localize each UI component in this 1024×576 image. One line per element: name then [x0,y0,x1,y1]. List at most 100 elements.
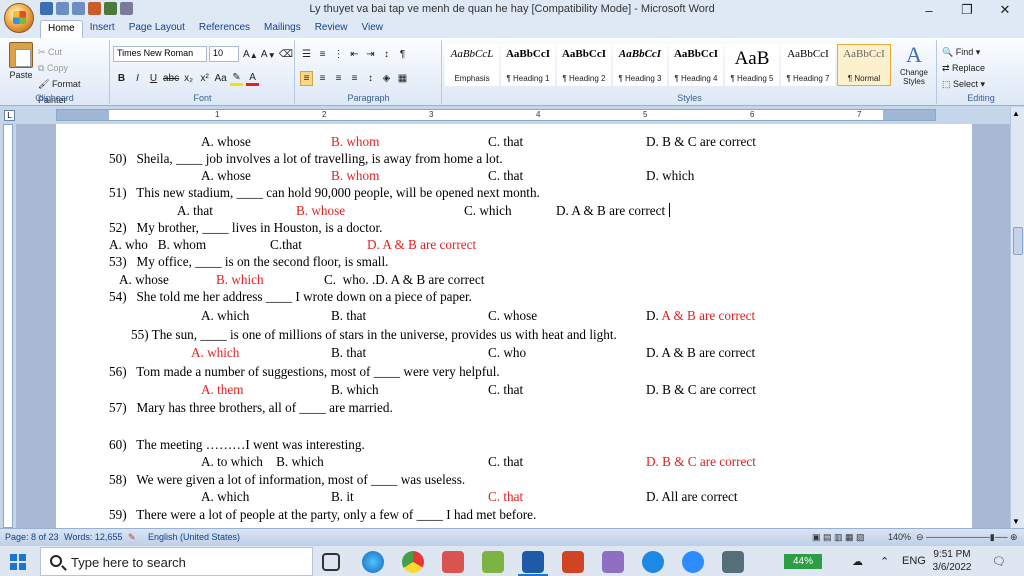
language-indicator[interactable]: English (United States) [148,532,240,542]
app-icon-3[interactable] [602,551,624,573]
scroll-thumb[interactable] [1013,227,1023,255]
vertical-scrollbar[interactable]: ▲ ▼ [1010,107,1024,528]
change-case-icon[interactable]: Aa [214,71,227,86]
justify-icon[interactable]: ≡ [348,71,361,86]
font-size-select[interactable]: 10 [209,46,239,62]
pilcrow-icon[interactable]: ¶ [396,47,409,62]
notification-icon[interactable]: 🗨 [992,555,1006,568]
replace-button[interactable]: ⇄ Replace [942,60,985,76]
font-name-select[interactable]: Times New Roman [113,46,207,62]
scroll-down-icon[interactable]: ▼ [1012,517,1020,526]
task-view-icon[interactable] [322,553,340,571]
subscript-icon[interactable]: x₂ [182,71,195,86]
styles-group: AaBbCcL Emphasis AaBbCcI ¶ Heading 1 AaBbC… [443,40,937,104]
page-count[interactable]: Page: 8 of 23 [5,532,59,542]
change-styles-button[interactable]: A Change Styles [895,42,933,86]
restore-button[interactable]: ❐ [948,0,986,20]
scroll-up-icon[interactable]: ▲ [1012,109,1020,118]
text-segment: A. which [201,308,250,323]
shading-icon[interactable]: ◈ [380,71,393,86]
tab-view[interactable]: View [355,20,391,38]
app-icon-4[interactable] [722,551,744,573]
tab-mailings[interactable]: Mailings [257,20,308,38]
tab-review[interactable]: Review [308,20,355,38]
document-text-run: C. that [488,168,523,184]
text-segment: C. whose [488,308,538,323]
copy-button[interactable]: ⧉ Copy [38,60,109,76]
language-button[interactable]: ENG [902,555,926,567]
cut-button[interactable]: ✂ Cut [38,44,109,60]
bullets-icon[interactable]: ☰ [300,47,313,62]
paste-button[interactable]: Paste [6,42,36,82]
office-button[interactable] [4,3,34,33]
borders-icon[interactable]: ▦ [396,71,409,86]
clock[interactable]: 9:51 PM 3/6/2022 [925,548,979,574]
font-color-icon[interactable]: A [246,71,260,86]
answer-highlight: B. which [216,272,264,287]
style-heading-4[interactable]: AaBbCcI ¶ Heading 4 [669,44,723,86]
numbering-icon[interactable]: ≡ [316,47,329,62]
zoom-level[interactable]: 140% [888,532,911,542]
underline-icon[interactable]: U [147,71,160,86]
select-button[interactable]: ⬚ Select ▾ [942,76,985,92]
text-segment: B. which [331,382,379,397]
tab-home[interactable]: Home [40,20,83,38]
style-normal[interactable]: AaBbCcI ¶ Normal [837,44,891,86]
close-button[interactable]: ✕ [986,0,1024,20]
zalo-icon[interactable] [642,551,664,573]
text-segment: D. B & C are correct [646,382,756,397]
shrink-font-icon[interactable]: A ▼ [261,47,276,62]
network-icon[interactable]: ☁ [852,555,863,568]
strikethrough-icon[interactable]: abc [163,71,179,86]
grow-font-icon[interactable]: A ▲ [243,47,258,62]
horizontal-ruler[interactable]: L 1 2 3 4 5 6 7 [0,107,1024,124]
document-page[interactable]: A. whose B. whom C. that D. B & C are corre… [56,124,972,528]
document-text-run: C. that [488,134,523,150]
highlight-icon[interactable]: ✎ [230,71,244,86]
italic-icon[interactable]: I [131,71,144,86]
align-center-icon[interactable]: ≡ [316,71,329,86]
find-button[interactable]: 🔍 Find ▾ [942,44,985,60]
style-heading-1[interactable]: AaBbCcI ¶ Heading 1 [501,44,555,86]
style-heading-7[interactable]: AaBbCcI ¶ Heading 7 [781,44,835,86]
align-left-icon[interactable]: ≡ [300,71,313,86]
edge-icon[interactable] [362,551,384,573]
sort-icon[interactable]: ↕ [380,47,393,62]
zoom-icon[interactable] [682,551,704,573]
style-emphasis[interactable]: AaBbCcL Emphasis [445,44,499,86]
app-icon-1[interactable] [442,551,464,573]
proofing-icon[interactable]: ✎ [128,532,136,543]
zoom-slider[interactable]: ⊖ ──────────▮── ⊕ [916,532,1018,543]
tab-insert[interactable]: Insert [83,20,122,38]
vertical-ruler [0,124,16,528]
format-painter-button[interactable]: 🖌 Format Painter [38,76,109,108]
style-heading-5[interactable]: AaB ¶ Heading 5 [725,44,779,86]
word-count[interactable]: Words: 12,655 [64,532,122,542]
document-area[interactable]: A. whose B. whom C. that D. B & C are corre… [16,124,1010,528]
tray-chevron-icon[interactable]: ⌃ [880,555,889,568]
word-icon[interactable] [522,551,544,573]
decrease-indent-icon[interactable]: ⇤ [348,47,361,62]
view-buttons[interactable]: ▣ ▤ ▥ ▦ ▧ [812,532,865,543]
battery-indicator[interactable]: 44% [784,554,822,569]
app-icon-2[interactable] [482,551,504,573]
clear-format-icon[interactable]: ⌫ [279,47,293,62]
powerpoint-icon[interactable] [562,551,584,573]
tab-selector-icon[interactable]: L [4,110,15,121]
bold-icon[interactable]: B [115,71,128,86]
taskbar-search[interactable]: Type here to search [40,547,313,576]
style-heading-3[interactable]: AaBbCcI ¶ Heading 3 [613,44,667,86]
multilevel-icon[interactable]: ⋮ [332,47,345,62]
align-right-icon[interactable]: ≡ [332,71,345,86]
minimize-button[interactable]: – [910,0,948,20]
document-text-run: 58) We were given a lot of information, … [109,472,465,488]
tab-references[interactable]: References [192,20,257,38]
line-spacing-icon[interactable]: ↕ [364,71,377,86]
increase-indent-icon[interactable]: ⇥ [364,47,377,62]
answer-highlight: B. whom [331,134,380,149]
superscript-icon[interactable]: x² [198,71,211,86]
windows-start-icon[interactable] [10,554,26,570]
tab-page-layout[interactable]: Page Layout [122,20,192,38]
style-heading-2[interactable]: AaBbCcI ¶ Heading 2 [557,44,611,86]
chrome-icon[interactable] [402,551,424,573]
